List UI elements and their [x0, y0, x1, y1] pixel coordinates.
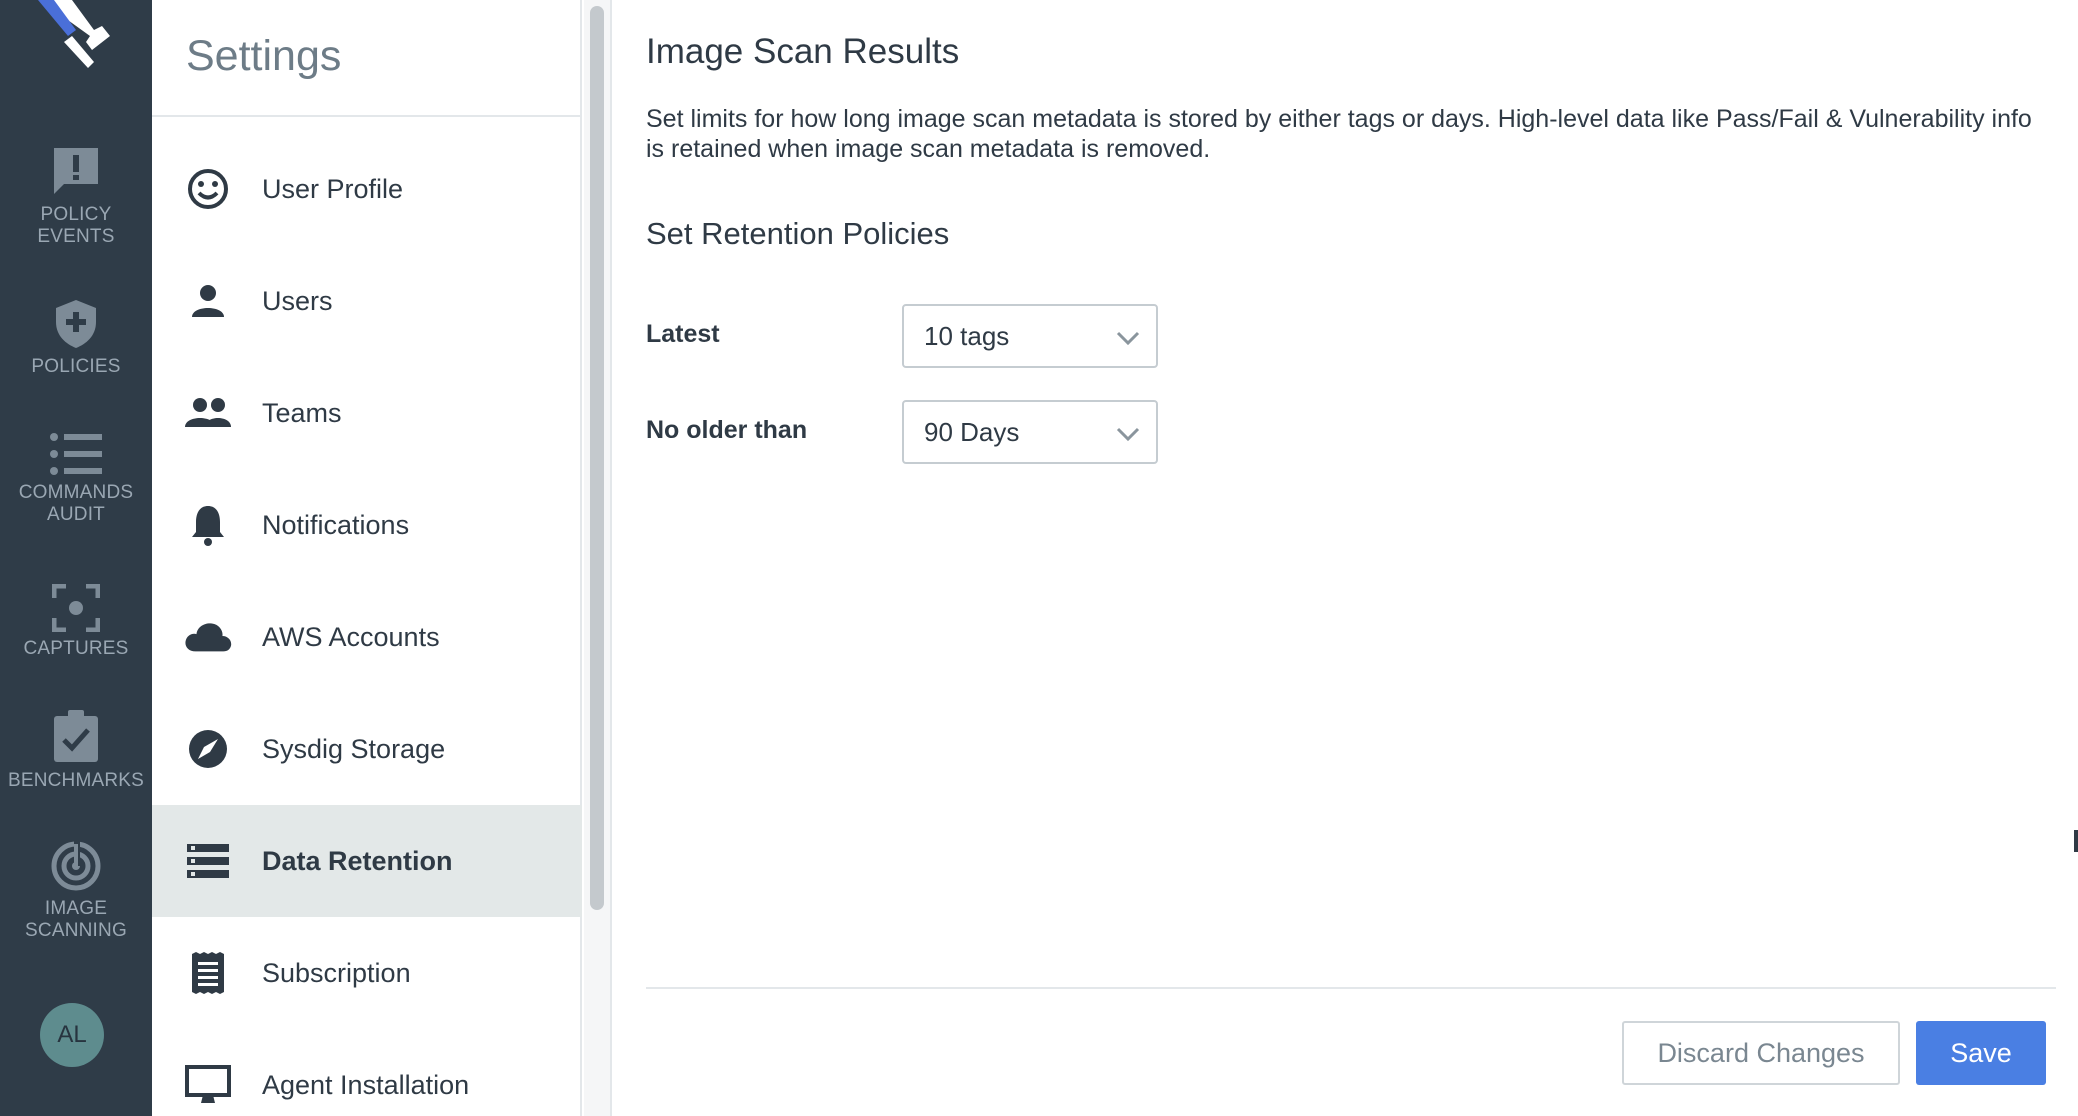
nav-image-scanning[interactable]: IMAGE SCANNING: [0, 840, 152, 942]
user-avatar[interactable]: AL: [40, 1003, 104, 1067]
menu-item-notifications[interactable]: Notifications: [152, 469, 582, 581]
menu-item-teams[interactable]: Teams: [152, 357, 582, 469]
chevron-down-icon: [1116, 427, 1140, 442]
menu-item-subscription[interactable]: Subscription: [152, 917, 582, 1029]
page-description: Set limits for how long image scan metad…: [646, 105, 2032, 163]
latest-select-value: 10 tags: [924, 320, 1010, 351]
no-older-than-label: No older than: [646, 416, 808, 444]
person-icon: [192, 285, 224, 317]
people-icon: [185, 398, 231, 427]
menu-item-users[interactable]: Users: [152, 245, 582, 357]
nav-rail: POLICY EVENTS POLICIES COMMANDS AUDIT CA…: [0, 0, 152, 1116]
menu-item-agent-installation[interactable]: Agent Installation: [152, 1029, 582, 1116]
smiley-icon: [188, 169, 228, 209]
nav-commands-audit[interactable]: COMMANDS AUDIT: [0, 432, 152, 526]
bell-icon: [192, 506, 224, 546]
settings-menu: Settings User Profile Users Teams Notifi…: [152, 0, 582, 1116]
menu-scrollbar[interactable]: [590, 6, 604, 910]
scan-target-icon: [51, 840, 101, 891]
cloud-icon: [185, 623, 232, 652]
alert-message-icon: [54, 148, 98, 194]
capture-focus-icon: [52, 584, 100, 632]
chevron-down-icon: [1116, 331, 1140, 346]
shield-plus-icon: [56, 300, 96, 348]
page-title: Image Scan Results: [646, 32, 960, 71]
no-older-than-select[interactable]: 90 Days: [902, 400, 1158, 464]
storage-icon: [189, 730, 227, 768]
window-edge-mark: [2074, 830, 2078, 852]
nav-captures[interactable]: CAPTURES: [0, 584, 152, 660]
receipt-icon: [192, 952, 224, 994]
latest-select[interactable]: 10 tags: [902, 304, 1158, 368]
nav-policies[interactable]: POLICIES: [0, 298, 152, 378]
menu-item-aws-accounts[interactable]: AWS Accounts: [152, 581, 582, 693]
clipboard-check-icon: [54, 710, 98, 762]
section-title: Set Retention Policies: [646, 216, 950, 251]
menu-item-sysdig-storage[interactable]: Sysdig Storage: [152, 693, 582, 805]
server-rows-icon: [187, 844, 229, 878]
save-button[interactable]: Save: [1916, 1021, 2046, 1085]
list-icon: [50, 433, 102, 475]
no-older-than-select-value: 90 Days: [924, 416, 1020, 447]
footer-divider: [646, 987, 2056, 989]
discard-changes-button[interactable]: Discard Changes: [1622, 1021, 1900, 1085]
menu-item-data-retention[interactable]: Data Retention: [152, 805, 582, 917]
main-content: Image Scan Results Set limits for how lo…: [612, 0, 2078, 1116]
monitor-icon: [185, 1065, 231, 1103]
nav-benchmarks[interactable]: BENCHMARKS: [0, 710, 152, 792]
latest-label: Latest: [646, 320, 720, 348]
settings-title: Settings: [152, 0, 580, 117]
shovel-logo-icon[interactable]: [32, 0, 112, 72]
nav-policy-events[interactable]: POLICY EVENTS: [0, 146, 152, 248]
menu-item-user-profile[interactable]: User Profile: [152, 133, 582, 245]
